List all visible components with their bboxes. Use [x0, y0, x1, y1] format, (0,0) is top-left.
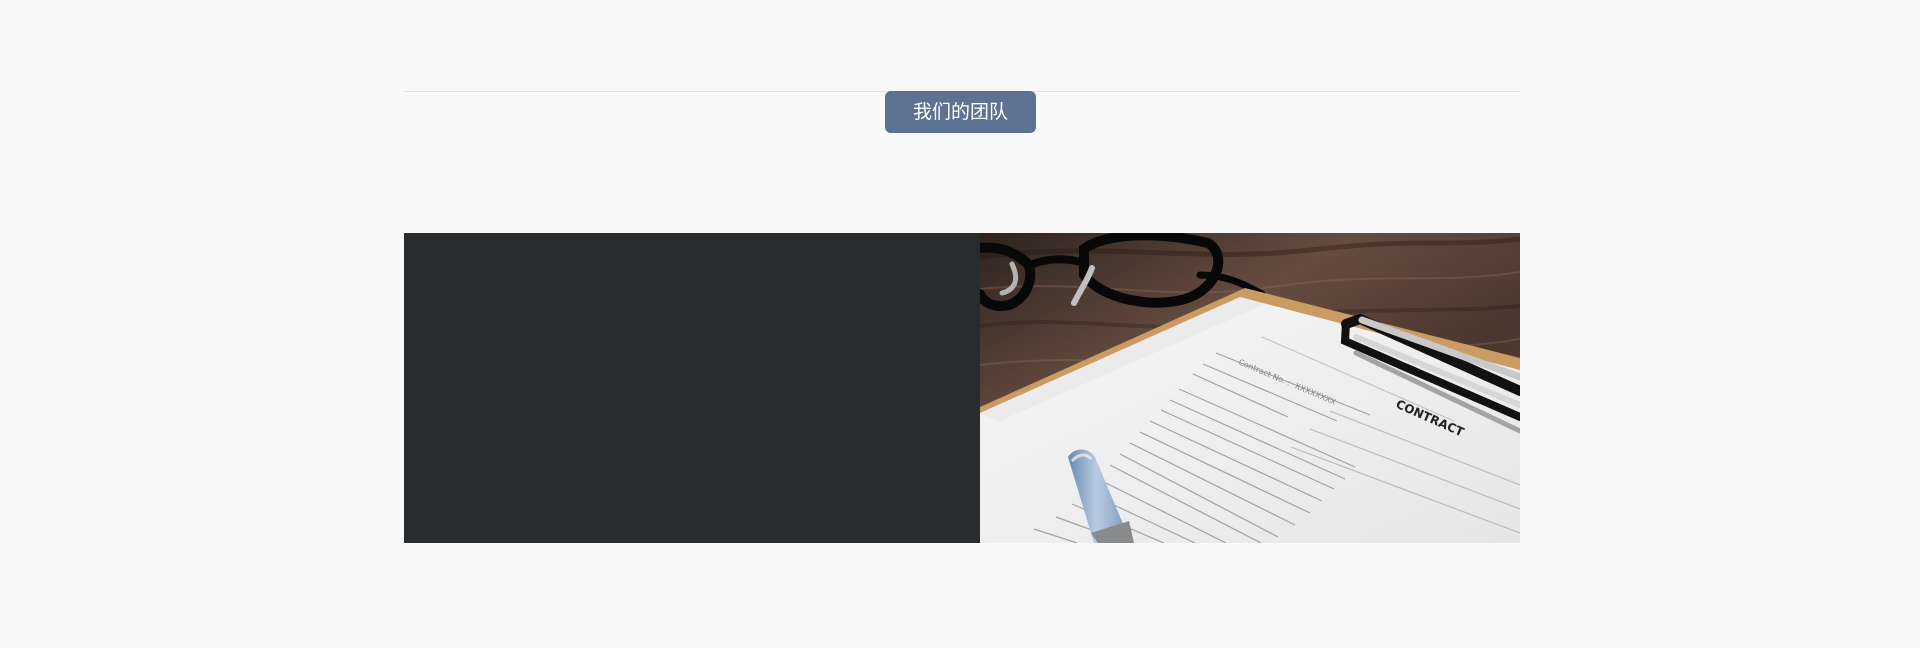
contract-photo: Contract No. : XXXXXXXX CONTRACT — [980, 233, 1520, 543]
team-dark-placeholder — [404, 233, 980, 543]
contract-photo-illustration: Contract No. : XXXXXXXX CONTRACT — [980, 233, 1520, 543]
team-section-page: 我们的团队 Contract No.: XXXXXXXX CONTRACT — [0, 0, 1920, 648]
team-panel: Contract No. : XXXXXXXX CONTRACT — [404, 233, 1520, 543]
section-title-badge: 我们的团队 — [885, 91, 1036, 133]
